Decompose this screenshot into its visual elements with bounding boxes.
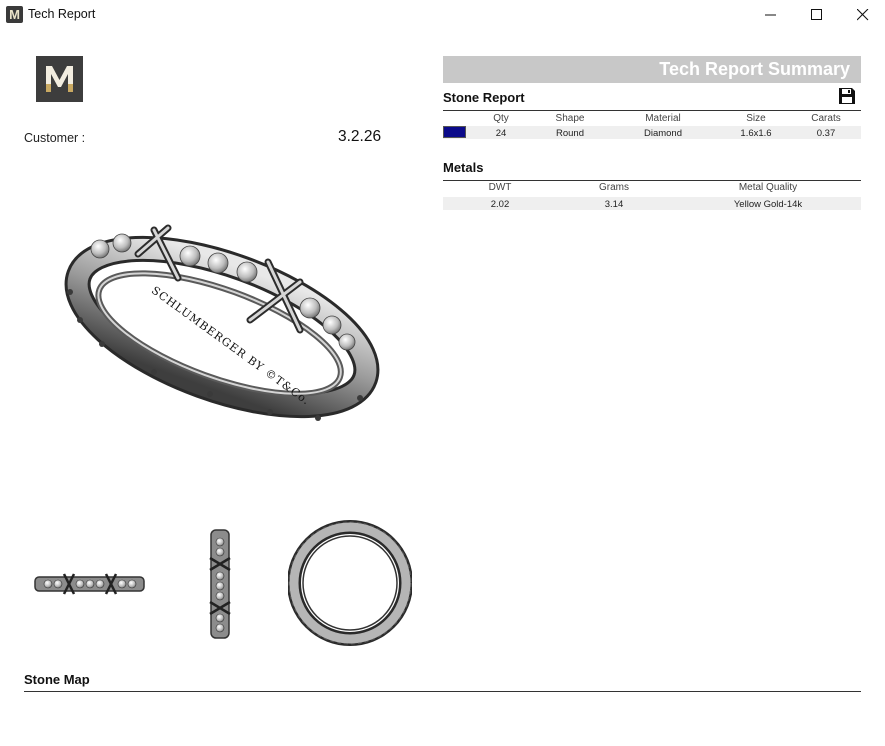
window-title: Tech Report [28,7,96,21]
minimize-button[interactable] [748,0,794,30]
stone-report-title: Stone Report [443,90,525,105]
col-header-grams: Grams [599,182,629,193]
stone-size: 1.6x1.6 [740,128,772,139]
ring-main-view: SCHLUMBERGER BY ©T&Co. [64,224,380,421]
ring-side-view [34,573,145,595]
col-header-dwt: DWT [488,182,512,193]
metals-title: Metals [443,160,484,175]
col-header-shape: Shape [555,113,585,124]
stone-qty: 24 [495,128,507,139]
stone-color-swatch [443,126,466,138]
stone-shape: Round [556,128,584,139]
stone-carats: 0.37 [816,128,836,139]
ring-top-view [288,520,412,646]
col-header-metal-quality: Metal Quality [738,182,798,193]
metal-grams: 3.14 [604,199,624,210]
maximize-button[interactable] [794,0,840,30]
close-button[interactable] [840,0,885,30]
customer-label: Customer : [24,131,86,145]
app-logo-icon: M [6,6,23,23]
stone-material: Diamond [643,128,683,139]
metal-quality: Yellow Gold-14k [733,199,803,210]
col-header-carats: Carats [811,113,841,124]
col-header-material: Material [645,113,681,124]
minimize-icon [765,14,776,16]
summary-title: Tech Report Summary [659,59,850,79]
ring-front-view [209,529,231,639]
close-icon [857,9,869,21]
metals-divider [443,180,861,181]
stone-report-divider [443,110,861,111]
title-bar: M Tech Report [0,0,885,30]
company-logo [36,56,83,102]
customer-value: 3.2.26 [338,128,382,145]
col-header-size: Size [746,113,766,124]
maximize-icon [811,9,822,20]
summary-header: Tech Report Summary [443,56,861,83]
save-icon[interactable] [838,87,856,105]
col-header-qty: Qty [493,113,509,124]
metal-dwt: 2.02 [490,199,510,210]
stone-map-title: Stone Map [24,672,90,687]
stone-map-divider [24,691,861,692]
